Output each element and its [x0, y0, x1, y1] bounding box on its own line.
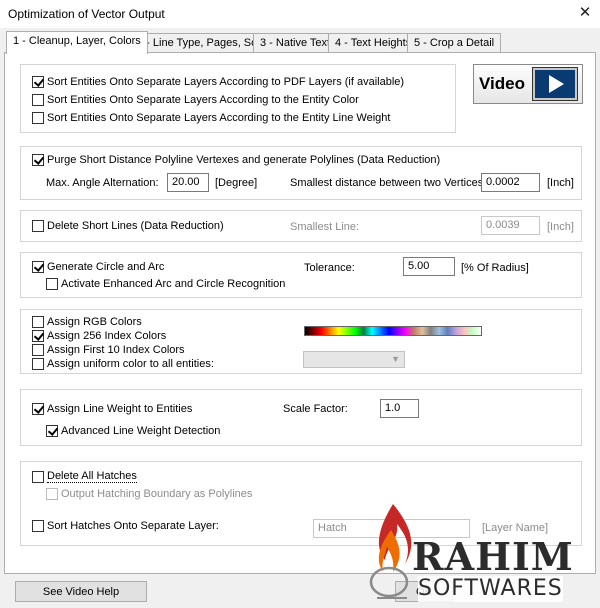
max-angle-label: Max. Angle Alternation: — [46, 177, 159, 189]
sort-hatches-option[interactable]: Sort Hatches Onto Separate Layer: — [32, 520, 219, 532]
hatch-boundary-checkbox[interactable] — [46, 488, 58, 500]
delete-hatches-option[interactable]: Delete All Hatches — [32, 470, 137, 483]
color-palette-strip — [304, 326, 482, 336]
scale-factor-input[interactable]: 1.0 — [380, 399, 419, 418]
smallest-distance-label: Smallest distance between two Vertices: — [290, 177, 487, 189]
assign-rgb-option[interactable]: Assign RGB Colors — [32, 316, 142, 328]
sort-entity-color-label: Sort Entities Onto Separate Layers Accor… — [47, 94, 359, 106]
see-video-help-button[interactable]: See Video Help — [15, 581, 147, 602]
uniform-color-select[interactable]: ▼ — [303, 351, 405, 368]
delete-short-lines-checkbox[interactable] — [32, 220, 44, 232]
video-button-label: Video — [479, 74, 525, 93]
line-weight-group — [20, 389, 582, 446]
advanced-line-weight-label: Advanced Line Weight Detection — [61, 425, 221, 437]
tab-text-heights[interactable]: 4 - Text Heights — [328, 33, 419, 52]
tab-cleanup-layer-colors[interactable]: 1 - Cleanup, Layer, Colors — [6, 31, 148, 54]
tab-crop-a-detail[interactable]: 5 - Crop a Detail — [407, 33, 502, 52]
assign-256-option[interactable]: Assign 256 Index Colors — [32, 330, 166, 342]
purge-option[interactable]: Purge Short Distance Polyline Vertexes a… — [32, 154, 440, 166]
smallest-line-unit: [Inch] — [547, 221, 574, 233]
assign-256-label: Assign 256 Index Colors — [47, 330, 167, 342]
watermark-softwares: SOFTWARES — [418, 576, 563, 602]
purge-checkbox[interactable] — [32, 154, 44, 166]
circle-arc-group — [20, 252, 582, 298]
assign-256-checkbox[interactable] — [32, 330, 44, 342]
assign-uniform-option[interactable]: Assign uniform color to all entities: — [32, 358, 214, 370]
enhanced-arc-option[interactable]: Activate Enhanced Arc and Circle Recogni… — [46, 278, 285, 290]
sort-entity-color-checkbox[interactable] — [32, 94, 44, 106]
watermark-rahim: RAHIM — [412, 534, 574, 579]
advanced-line-weight-checkbox[interactable] — [46, 425, 58, 437]
assign-rgb-checkbox[interactable] — [32, 316, 44, 328]
enhanced-arc-checkbox[interactable] — [46, 278, 58, 290]
assign-uniform-checkbox[interactable] — [32, 358, 44, 370]
delete-hatches-checkbox[interactable] — [32, 470, 44, 483]
smallest-distance-input[interactable]: 0.0002 — [481, 173, 540, 192]
tab-native-text[interactable]: 3 - Native Text — [253, 33, 338, 52]
play-icon — [531, 67, 578, 101]
window-title: Optimization of Vector Output — [8, 7, 165, 21]
smallest-distance-unit: [Inch] — [547, 177, 574, 189]
assign-rgb-label: Assign RGB Colors — [47, 316, 142, 328]
chevron-down-icon: ▼ — [391, 354, 400, 364]
enhanced-arc-label: Activate Enhanced Arc and Circle Recogni… — [61, 278, 286, 290]
advanced-line-weight-option[interactable]: Advanced Line Weight Detection — [46, 425, 220, 437]
sort-pdf-layers-option[interactable]: Sort Entities Onto Separate Layers Accor… — [32, 76, 404, 88]
purge-label: Purge Short Distance Polyline Vertexes a… — [47, 154, 441, 166]
smallest-line-label: Smallest Line: — [290, 221, 360, 233]
sort-pdf-layers-label: Sort Entities Onto Separate Layers Accor… — [47, 76, 405, 88]
sort-hatches-label: Sort Hatches Onto Separate Layer: — [47, 520, 219, 532]
assign-line-weight-label: Assign Line Weight to Entities — [47, 403, 193, 415]
max-angle-unit: [Degree] — [215, 177, 258, 189]
assign-uniform-label: Assign uniform color to all entities: — [47, 358, 214, 370]
tolerance-unit: [% Of Radius] — [461, 262, 529, 274]
tolerance-input[interactable]: 5.00 — [403, 257, 455, 276]
assign-line-weight-checkbox[interactable] — [32, 403, 44, 415]
generate-circle-option[interactable]: Generate Circle and Arc — [32, 261, 164, 273]
video-button[interactable]: Video — [473, 64, 583, 104]
sort-line-weight-checkbox[interactable] — [32, 112, 44, 124]
assign-line-weight-option[interactable]: Assign Line Weight to Entities — [32, 403, 192, 415]
generate-circle-label: Generate Circle and Arc — [47, 261, 165, 273]
hatch-boundary-option[interactable]: Output Hatching Boundary as Polylines — [46, 488, 252, 500]
sort-line-weight-option[interactable]: Sort Entities Onto Separate Layers Accor… — [32, 112, 390, 124]
assign-first-10-option[interactable]: Assign First 10 Index Colors — [32, 344, 185, 356]
max-angle-input[interactable]: 20.00 — [167, 173, 209, 192]
sort-hatches-checkbox[interactable] — [32, 520, 44, 532]
assign-first-10-label: Assign First 10 Index Colors — [47, 344, 185, 356]
generate-circle-checkbox[interactable] — [32, 261, 44, 273]
scale-factor-label: Scale Factor: — [283, 403, 348, 415]
delete-short-lines-option[interactable]: Delete Short Lines (Data Reduction) — [32, 220, 224, 232]
smallest-line-input[interactable]: 0.0039 — [481, 216, 540, 235]
delete-short-lines-label: Delete Short Lines (Data Reduction) — [47, 220, 224, 232]
assign-first-10-checkbox[interactable] — [32, 344, 44, 356]
sort-entity-color-option[interactable]: Sort Entities Onto Separate Layers Accor… — [32, 94, 359, 106]
sort-pdf-layers-checkbox[interactable] — [32, 76, 44, 88]
hatch-boundary-label: Output Hatching Boundary as Polylines — [61, 488, 253, 500]
delete-hatches-label: Delete All Hatches — [47, 470, 137, 483]
tolerance-label: Tolerance: — [304, 262, 355, 274]
hatch-layer-unit: [Layer Name] — [482, 522, 549, 534]
close-icon[interactable]: ✕ — [573, 2, 597, 24]
sort-line-weight-label: Sort Entities Onto Separate Layers Accor… — [47, 112, 391, 124]
